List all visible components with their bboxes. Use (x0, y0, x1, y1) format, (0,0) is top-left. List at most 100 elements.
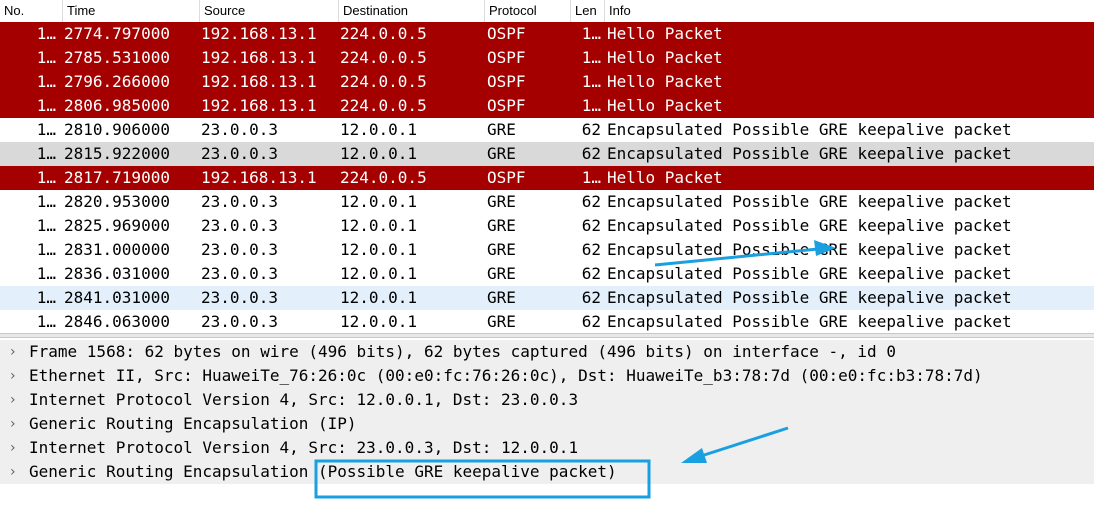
pane-splitter[interactable] (0, 333, 1094, 338)
packet-protocol: OSPF (487, 24, 526, 43)
packet-source: 23.0.0.3 (201, 216, 279, 235)
packet-length: 62 (581, 264, 601, 283)
packet-source: 192.168.13.1 (201, 48, 317, 67)
packet-info: Encapsulated Possible GRE keepalive pack… (607, 144, 1012, 163)
packet-time: 2810.906000 (64, 120, 170, 139)
packet-destination: 224.0.0.5 (340, 48, 427, 67)
column-header-info[interactable]: Info (604, 0, 1094, 22)
packet-length: 62 (581, 120, 601, 139)
packet-time: 2820.953000 (64, 192, 170, 211)
packet-protocol: GRE (487, 120, 516, 139)
packet-source: 23.0.0.3 (201, 144, 279, 163)
packet-protocol: GRE (487, 288, 516, 307)
packet-length: 62 (581, 312, 601, 331)
packet-number: 1… (36, 120, 56, 139)
packet-row[interactable]: 1… 2820.953000 23.0.0.3 12.0.0.1 GRE 62 Encaps… (0, 190, 1094, 214)
chevron-right-icon[interactable]: › (10, 436, 22, 460)
packet-length: 1… (581, 168, 601, 187)
packet-source: 23.0.0.3 (201, 240, 279, 259)
packet-info: Hello Packet (607, 96, 723, 115)
packet-source: 23.0.0.3 (201, 192, 279, 211)
chevron-right-icon[interactable]: › (10, 388, 22, 412)
packet-time: 2806.985000 (64, 96, 170, 115)
packet-row[interactable]: 1… 2817.719000 192.168.13.1 224.0.0.5 OSPF 1…… (0, 166, 1094, 190)
packet-time: 2836.031000 (64, 264, 170, 283)
packet-time: 2796.266000 (64, 72, 170, 91)
packet-destination: 12.0.0.1 (340, 240, 418, 259)
packet-row[interactable]: 1… 2846.063000 23.0.0.3 12.0.0.1 GRE 62 Encaps… (0, 310, 1094, 334)
packet-row[interactable]: 1… 2806.985000 192.168.13.1 224.0.0.5 OSPF 1…… (0, 94, 1094, 118)
packet-length: 62 (581, 216, 601, 235)
packet-details-pane: › Frame 1568: 62 bytes on wire (496 bits)… (0, 340, 1094, 513)
packet-row[interactable]: 1… 2774.797000 192.168.13.1 224.0.0.5 OSPF 1…… (0, 22, 1094, 46)
packet-time: 2846.063000 (64, 312, 170, 331)
packet-protocol: GRE (487, 216, 516, 235)
packet-info: Hello Packet (607, 72, 723, 91)
packet-number: 1… (36, 48, 56, 67)
packet-info: Encapsulated Possible GRE keepalive pack… (607, 120, 1012, 139)
packet-number: 1… (36, 264, 56, 283)
packet-info: Encapsulated Possible GRE keepalive pack… (607, 216, 1012, 235)
packet-destination: 12.0.0.1 (340, 264, 418, 283)
column-header-length[interactable]: Len (570, 0, 604, 22)
packet-source: 23.0.0.3 (201, 288, 279, 307)
packet-info: Encapsulated Possible GRE keepalive pack… (607, 264, 1012, 283)
column-header-destination[interactable]: Destination (338, 0, 484, 22)
packet-source: 192.168.13.1 (201, 96, 317, 115)
packet-number: 1… (36, 24, 56, 43)
packet-source: 192.168.13.1 (201, 168, 317, 187)
chevron-right-icon[interactable]: › (10, 364, 22, 388)
packet-destination: 12.0.0.1 (340, 312, 418, 331)
packet-info: Encapsulated Possible GRE keepalive pack… (607, 192, 1012, 211)
packet-row[interactable]: 1… 2841.031000 23.0.0.3 12.0.0.1 GRE 62 Encaps… (0, 286, 1094, 310)
detail-tree-label: Generic Routing Encapsulation (IP) (29, 414, 357, 433)
packet-source: 23.0.0.3 (201, 312, 279, 331)
column-header-source[interactable]: Source (199, 0, 338, 22)
packet-number: 1… (36, 312, 56, 331)
packet-destination: 12.0.0.1 (340, 288, 418, 307)
column-header-protocol[interactable]: Protocol (484, 0, 570, 22)
packet-destination: 224.0.0.5 (340, 24, 427, 43)
packet-length: 1… (581, 72, 601, 91)
packet-row[interactable]: 1… 2785.531000 192.168.13.1 224.0.0.5 OSPF 1…… (0, 46, 1094, 70)
packet-protocol: GRE (487, 192, 516, 211)
packet-source: 23.0.0.3 (201, 120, 279, 139)
packet-destination: 12.0.0.1 (340, 216, 418, 235)
chevron-right-icon[interactable]: › (10, 460, 22, 484)
packet-list-header: No. Time Source Destination Protocol Len… (0, 0, 1094, 23)
packet-number: 1… (36, 168, 56, 187)
packet-destination: 224.0.0.5 (340, 96, 427, 115)
packet-destination: 12.0.0.1 (340, 144, 418, 163)
packet-row[interactable]: 1… 2825.969000 23.0.0.3 12.0.0.1 GRE 62 Encaps… (0, 214, 1094, 238)
packet-number: 1… (36, 216, 56, 235)
packet-row[interactable]: 1… 2810.906000 23.0.0.3 12.0.0.1 GRE 62 Encaps… (0, 118, 1094, 142)
packet-protocol: OSPF (487, 96, 526, 115)
packet-source: 23.0.0.3 (201, 264, 279, 283)
packet-destination: 12.0.0.1 (340, 192, 418, 211)
packet-length: 62 (581, 240, 601, 259)
chevron-right-icon[interactable]: › (10, 340, 22, 364)
packet-length: 62 (581, 192, 601, 211)
packet-row[interactable]: 1… 2831.000000 23.0.0.3 12.0.0.1 GRE 62 Encaps… (0, 238, 1094, 262)
packet-time: 2785.531000 (64, 48, 170, 67)
column-header-no[interactable]: No. (0, 0, 62, 22)
packet-length: 62 (581, 144, 601, 163)
packet-protocol: OSPF (487, 48, 526, 67)
packet-row[interactable]: 1… 2836.031000 23.0.0.3 12.0.0.1 GRE 62 Encaps… (0, 262, 1094, 286)
packet-length: 1… (581, 48, 601, 67)
packet-protocol: GRE (487, 312, 516, 331)
packet-number: 1… (36, 144, 56, 163)
packet-info: Hello Packet (607, 48, 723, 67)
packet-list: 1… 2774.797000 192.168.13.1 224.0.0.5 OSPF 1…… (0, 22, 1094, 334)
packet-row[interactable]: 1… 2796.266000 192.168.13.1 224.0.0.5 OSPF 1…… (0, 70, 1094, 94)
packet-length: 62 (581, 288, 601, 307)
packet-time: 2815.922000 (64, 144, 170, 163)
detail-tree-label: Frame 1568: 62 bytes on wire (496 bits),… (29, 342, 896, 361)
column-header-time[interactable]: Time (62, 0, 199, 22)
packet-info: Hello Packet (607, 168, 723, 187)
chevron-right-icon[interactable]: › (10, 412, 22, 436)
packet-row[interactable]: 1… 2815.922000 23.0.0.3 12.0.0.1 GRE 62 Encaps… (0, 142, 1094, 166)
packet-time: 2831.000000 (64, 240, 170, 259)
detail-tree-label: Internet Protocol Version 4, Src: 12.0.0… (29, 390, 579, 409)
packet-number: 1… (36, 288, 56, 307)
